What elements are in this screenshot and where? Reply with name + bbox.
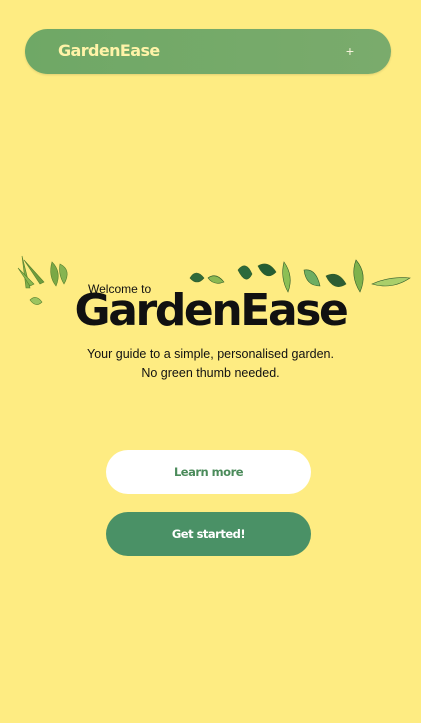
subtitle-line-2: No green thumb needed.: [141, 366, 280, 380]
brand-logo[interactable]: GardenEase: [58, 41, 160, 60]
learn-more-button[interactable]: Learn more: [106, 450, 311, 494]
top-nav-bar: GardenEase +: [25, 29, 391, 74]
hero-subtitle: Your guide to a simple, personalised gar…: [0, 345, 421, 383]
hero-section: Welcome to GardenEase: [0, 248, 421, 338]
plus-icon[interactable]: +: [343, 40, 357, 62]
subtitle-line-1: Your guide to a simple, personalised gar…: [87, 347, 334, 361]
get-started-button[interactable]: Get started!: [106, 512, 311, 556]
hero-title: GardenEase: [74, 285, 349, 336]
